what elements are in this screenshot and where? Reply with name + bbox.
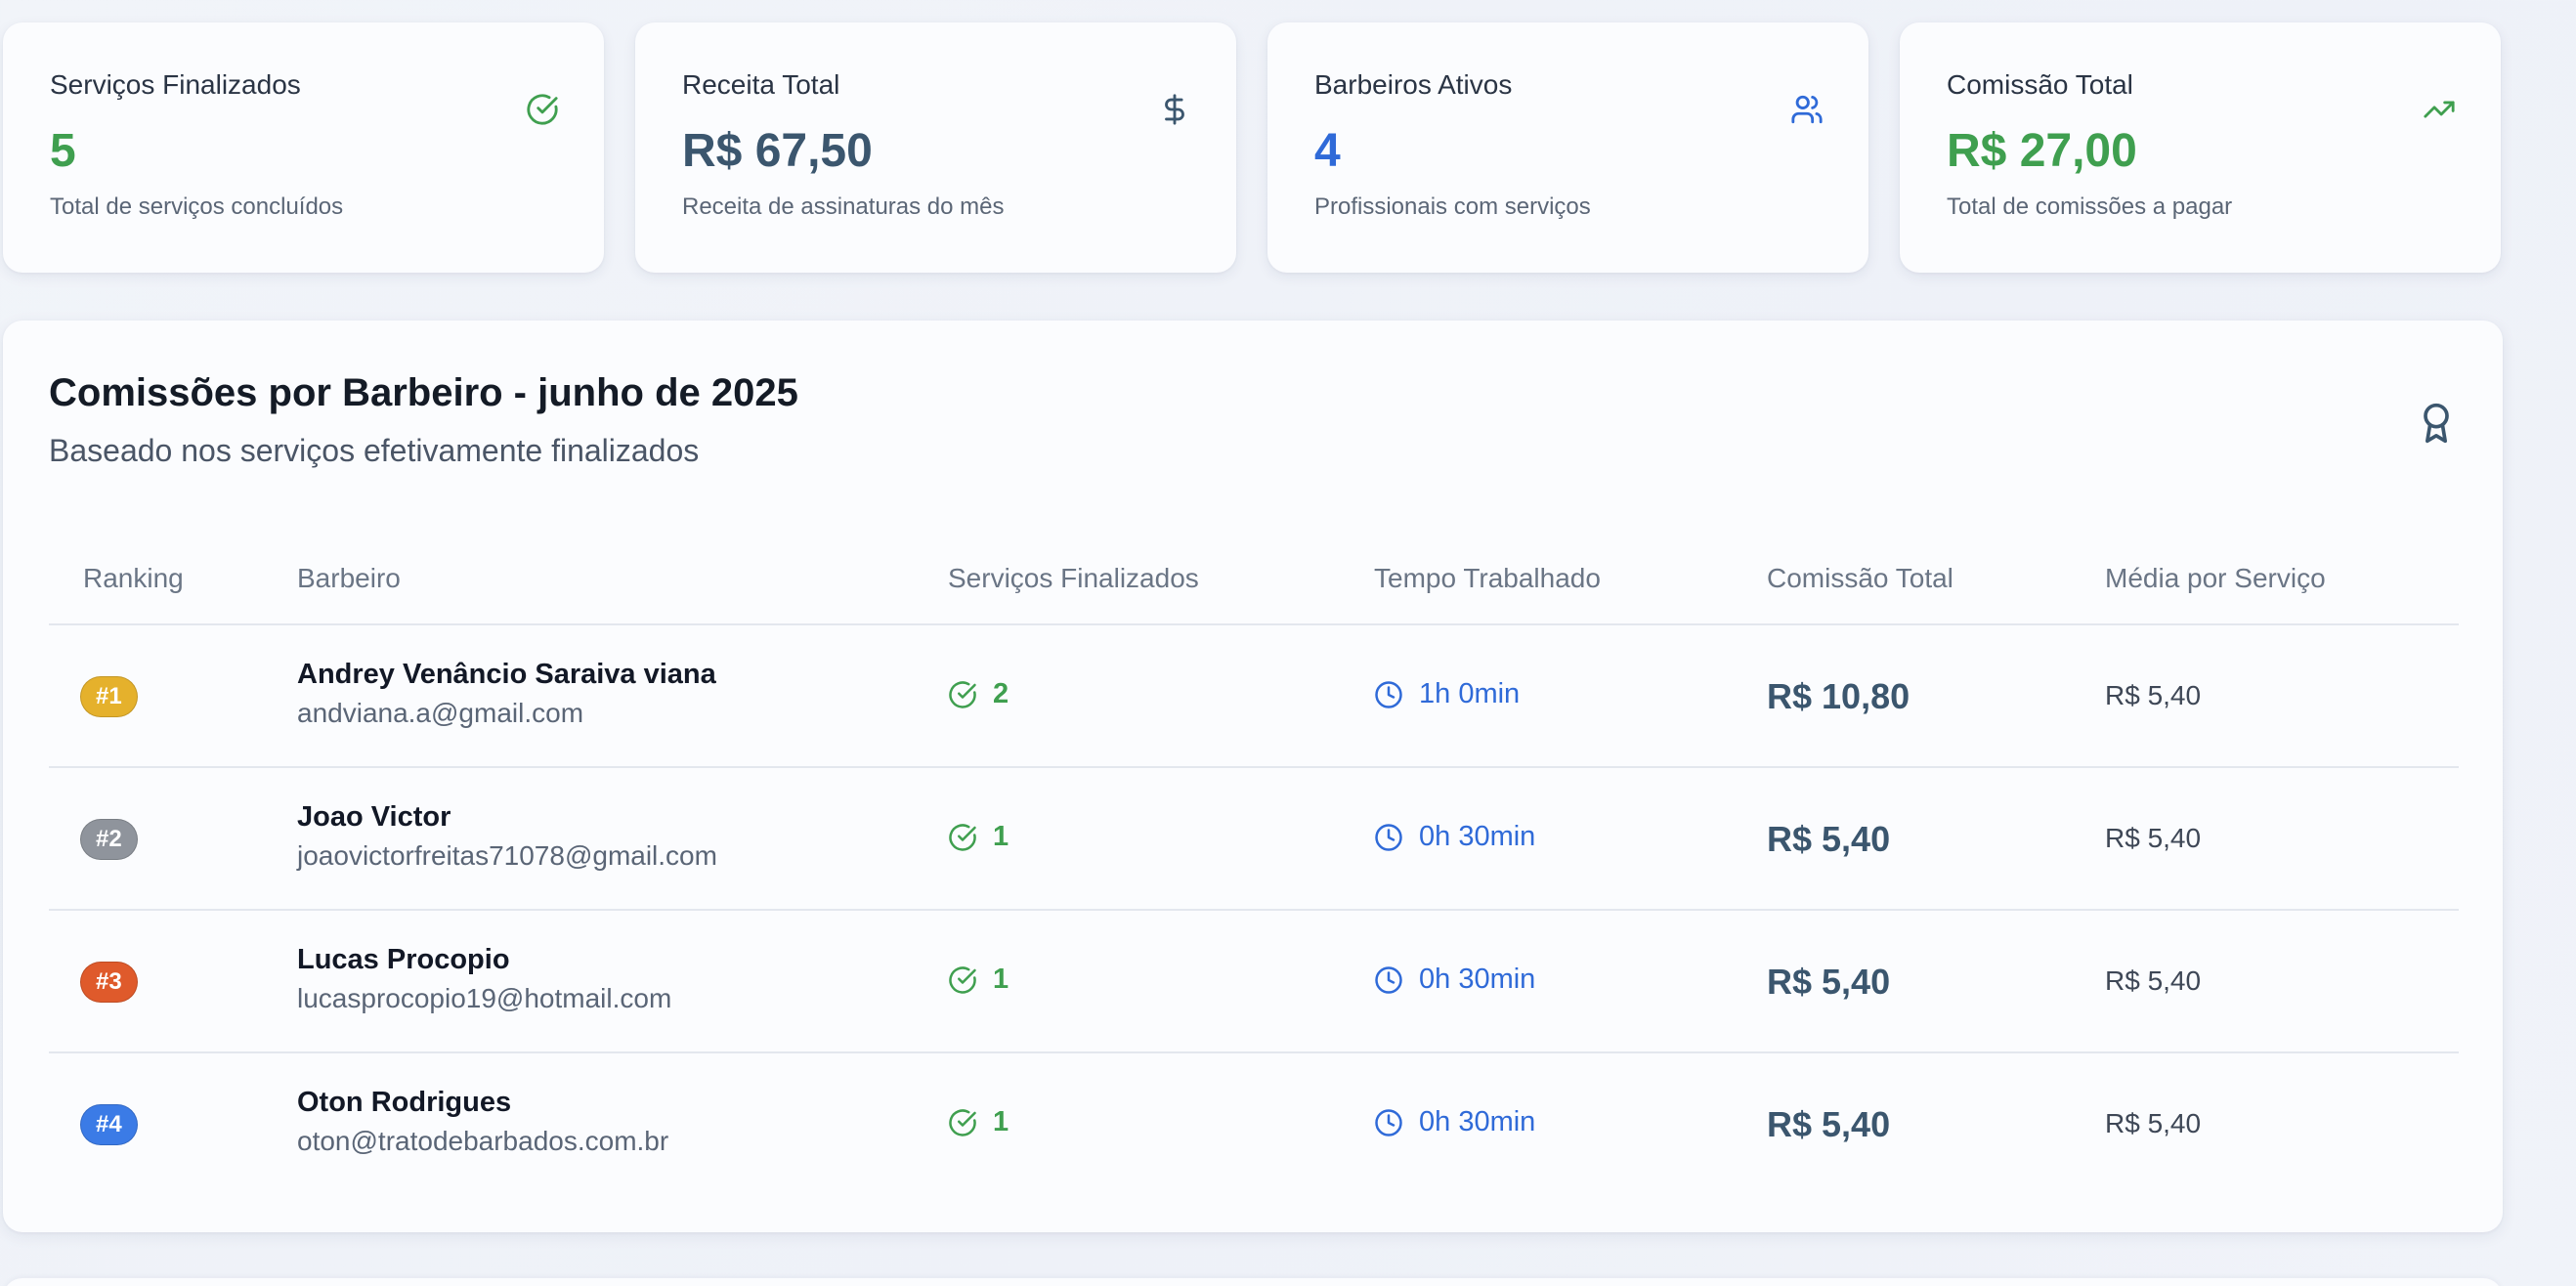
stat-label: Barbeiros Ativos — [1314, 69, 1513, 100]
commissions-panel: Comissões por Barbeiro - junho de 2025 B… — [3, 321, 2503, 1232]
time-worked: 0h 30min — [1419, 1106, 1536, 1137]
column-header-servicos[interactable]: Serviços Finalizados — [948, 563, 1199, 594]
time-cell: 0h 30min — [1374, 821, 1535, 853]
services-count: 2 — [993, 678, 1009, 709]
users-icon — [1791, 95, 1823, 124]
barber-name: Joao Victor — [297, 801, 451, 833]
table-header: Ranking Barbeiro Serviços Finalizados Te… — [49, 543, 2459, 625]
services-count: 1 — [993, 964, 1009, 995]
check-circle-icon — [527, 94, 558, 125]
stat-card-receita-total: Receita Total R$ 67,50 Receita de assina… — [635, 22, 1236, 273]
dollar-icon — [1165, 94, 1184, 125]
stat-description: Receita de assinaturas do mês — [682, 193, 1005, 220]
panel-subtitle: Baseado nos serviços efetivamente finali… — [49, 433, 700, 468]
table-row[interactable]: #3 Lucas Procopio lucasprocopio19@hotmai… — [49, 911, 2459, 1053]
average-per-service: R$ 5,40 — [2105, 965, 2202, 996]
table-row[interactable]: #1 Andrey Venâncio Saraiva viana andvian… — [49, 625, 2459, 768]
average-per-service: R$ 5,40 — [2105, 1108, 2202, 1138]
rank-badge: #4 — [80, 1104, 138, 1145]
stat-value: R$ 27,00 — [1947, 125, 2137, 177]
check-circle-icon — [949, 823, 976, 851]
clock-icon — [1375, 965, 1402, 994]
time-worked: 0h 30min — [1419, 964, 1536, 995]
barber-name: Lucas Procopio — [297, 944, 510, 975]
stat-description: Total de serviços concluídos — [50, 193, 344, 220]
average-per-service: R$ 5,40 — [2105, 680, 2202, 710]
clock-icon — [1375, 1108, 1402, 1136]
barber-email: oton@tratodebarbados.com.br — [297, 1126, 669, 1156]
stat-value: 5 — [50, 125, 76, 177]
rank-badge: #3 — [80, 962, 138, 1003]
services-cell: 1 — [948, 821, 1009, 853]
column-header-barbeiro[interactable]: Barbeiro — [297, 563, 401, 594]
barber-email: joaovictorfreitas71078@gmail.com — [297, 840, 717, 871]
commission-total: R$ 5,40 — [1767, 962, 1891, 1002]
commission-total: R$ 10,80 — [1767, 676, 1911, 716]
stats-cards: Serviços Finalizados 5 Total de serviços… — [3, 22, 2501, 273]
time-cell: 0h 30min — [1374, 964, 1535, 996]
trending-up-icon — [2424, 101, 2455, 118]
stat-label: Serviços Finalizados — [50, 69, 301, 100]
stat-description: Profissionais com serviços — [1314, 193, 1591, 220]
services-count: 1 — [993, 1106, 1009, 1137]
barber-email: andviana.a@gmail.com — [297, 698, 584, 728]
clock-icon — [1375, 680, 1402, 708]
rank-badge: #1 — [80, 676, 138, 717]
rank-badge: #2 — [80, 819, 138, 860]
table-row[interactable]: #2 Joao Victor joaovictorfreitas71078@gm… — [49, 768, 2459, 911]
services-cell: 1 — [948, 964, 1009, 996]
next-panel-edge — [3, 1278, 2503, 1286]
services-count: 1 — [993, 821, 1009, 852]
stat-label: Receita Total — [682, 69, 840, 100]
clock-icon — [1375, 823, 1402, 851]
column-header-tempo[interactable]: Tempo Trabalhado — [1374, 563, 1601, 594]
stat-value: R$ 67,50 — [682, 125, 873, 177]
check-circle-icon — [949, 965, 976, 994]
stat-description: Total de comissões a pagar — [1947, 193, 2233, 220]
time-cell: 0h 30min — [1374, 1106, 1535, 1138]
stat-card-servicos-finalizados: Serviços Finalizados 5 Total de serviços… — [3, 22, 604, 273]
column-header-media[interactable]: Média por Serviço — [2105, 563, 2326, 594]
time-worked: 1h 0min — [1419, 678, 1521, 709]
average-per-service: R$ 5,40 — [2105, 823, 2202, 853]
services-cell: 1 — [948, 1106, 1009, 1138]
table-row[interactable]: #4 Oton Rodrigues oton@tratodebarbados.c… — [49, 1053, 2459, 1196]
barber-name: Oton Rodrigues — [297, 1087, 512, 1118]
commission-total: R$ 5,40 — [1767, 819, 1891, 859]
commissions-table: Ranking Barbeiro Serviços Finalizados Te… — [49, 543, 2459, 1196]
check-circle-icon — [949, 680, 976, 708]
check-circle-icon — [949, 1108, 976, 1136]
stat-card-comissao-total: Comissão Total R$ 27,00 Total de comissõ… — [1900, 22, 2501, 273]
time-cell: 1h 0min — [1374, 678, 1520, 710]
panel-title: Comissões por Barbeiro - junho de 2025 — [49, 371, 798, 414]
time-worked: 0h 30min — [1419, 821, 1536, 852]
stat-card-barbeiros-ativos: Barbeiros Ativos 4 Profissionais com ser… — [1267, 22, 1868, 273]
commission-total: R$ 5,40 — [1767, 1104, 1891, 1144]
barber-email: lucasprocopio19@hotmail.com — [297, 983, 672, 1013]
stat-label: Comissão Total — [1947, 69, 2133, 100]
stat-value: 4 — [1314, 125, 1341, 177]
column-header-ranking[interactable]: Ranking — [83, 563, 184, 594]
services-cell: 2 — [948, 678, 1009, 710]
award-icon — [2424, 403, 2449, 444]
column-header-comissao[interactable]: Comissão Total — [1767, 563, 1953, 594]
barber-name: Andrey Venâncio Saraiva viana — [297, 659, 716, 690]
